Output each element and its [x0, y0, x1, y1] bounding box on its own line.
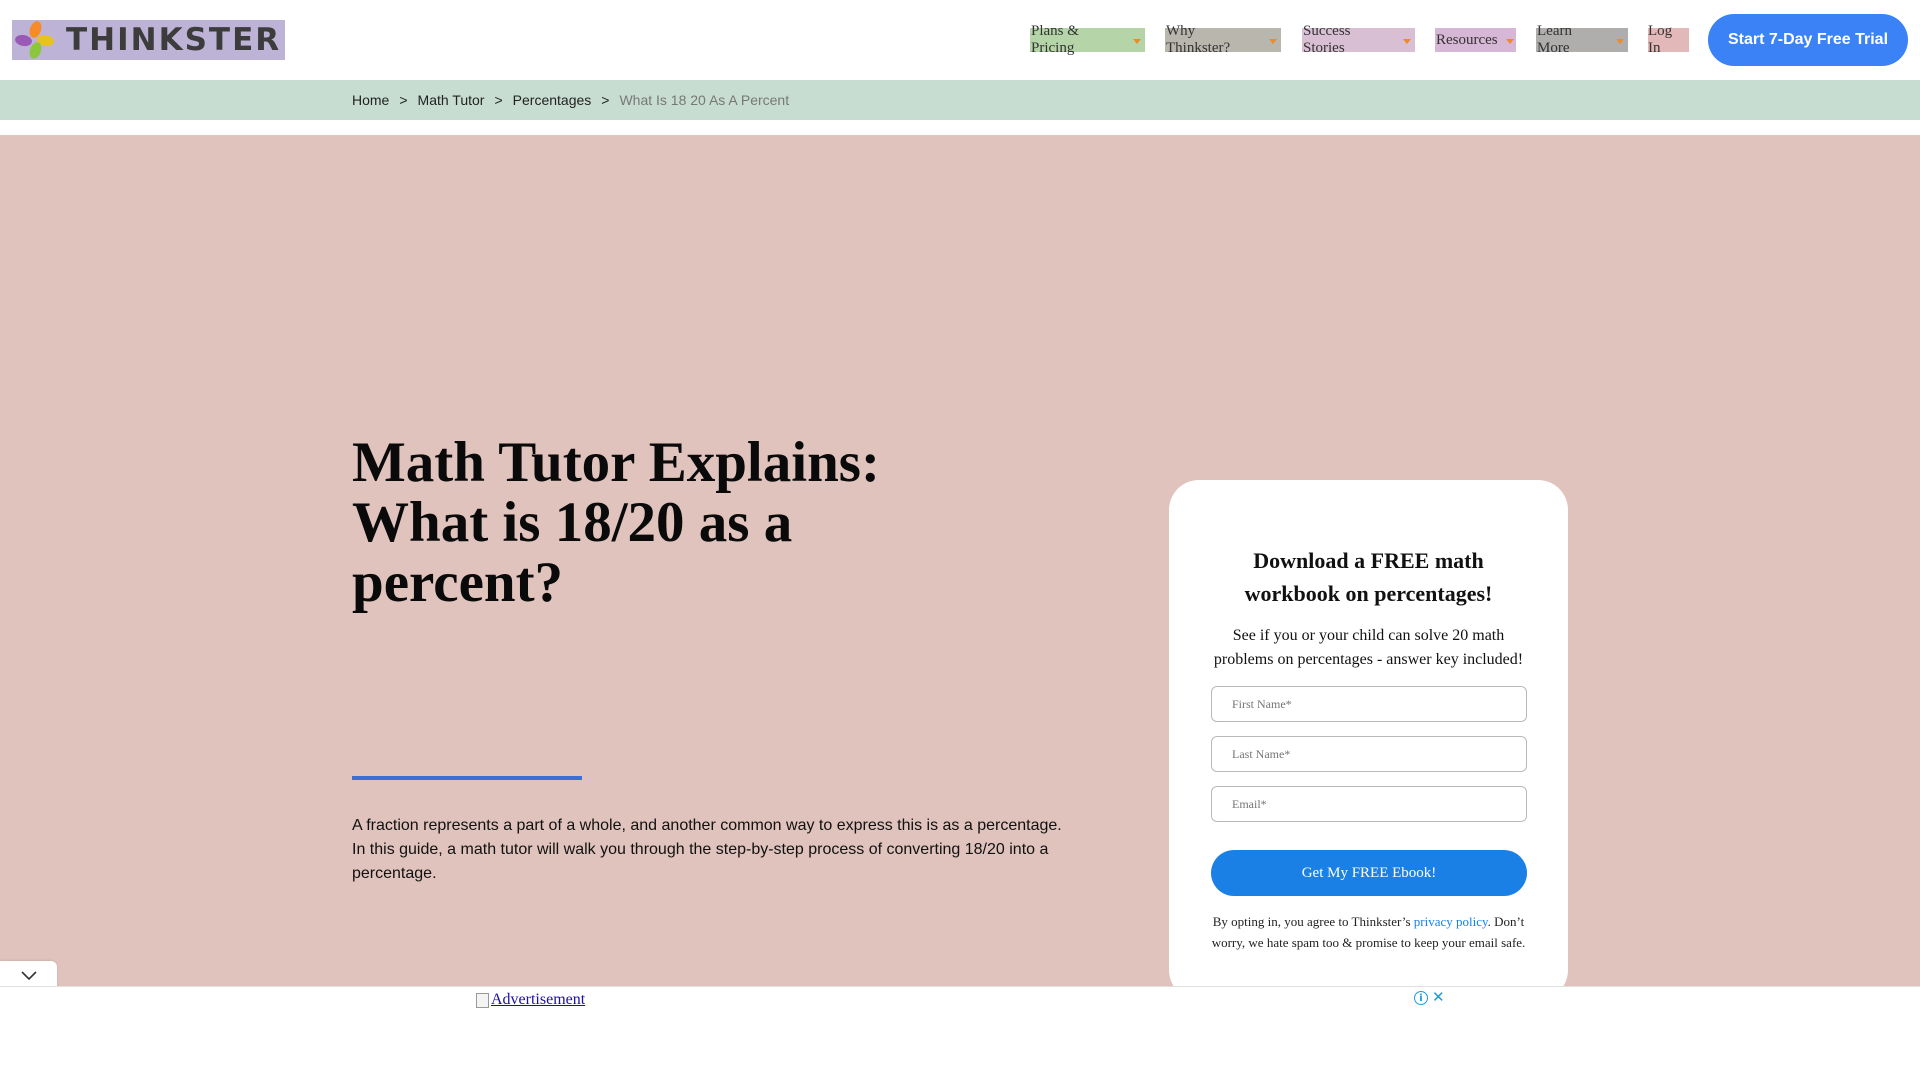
page-title: Math Tutor Explains: What is 18/20 as a … [352, 431, 880, 614]
email-field[interactable] [1211, 786, 1527, 822]
breadcrumb-current: What Is 18 20 As A Percent [619, 92, 790, 108]
form-title: Download a FREE math workbook on percent… [1244, 548, 1493, 606]
thinkster-logo[interactable]: THINKSTER [12, 19, 285, 61]
start-free-trial-button[interactable]: Start 7-Day Free Trial [1708, 14, 1908, 66]
breadcrumb-percentages[interactable]: Percentages [513, 92, 592, 108]
nav-label: Resources [1436, 31, 1498, 48]
info-icon[interactable]: i [1414, 991, 1428, 1005]
breadcrumb-math-tutor[interactable]: Math Tutor [418, 92, 485, 108]
caret-down-icon [1505, 38, 1514, 44]
nav-label: Plans & Pricing [1031, 23, 1079, 56]
privacy-notice-text: By opting in, you agree to Thinkster’s [1212, 914, 1414, 929]
title-underline [352, 776, 582, 780]
nav-success-stories[interactable]: Success Stories [1302, 23, 1415, 56]
ad-banner: Advertisement i ✕ [0, 986, 1920, 1080]
nav-label: Why Thinkster? [1166, 23, 1231, 56]
last-name-field[interactable] [1211, 736, 1527, 772]
nav-label: Success Stories [1303, 23, 1351, 56]
caret-down-icon [1133, 38, 1141, 44]
advertisement-link[interactable]: Advertisement [476, 991, 585, 1009]
login-link[interactable]: Log In [1648, 23, 1689, 56]
breadcrumb: Home > Math Tutor > Percentages > What I… [352, 92, 789, 108]
broken-image-icon [476, 992, 489, 1008]
first-name-field[interactable] [1211, 686, 1527, 722]
breadcrumb-home[interactable]: Home [352, 92, 389, 108]
nav-resources[interactable]: Resources [1435, 28, 1516, 52]
privacy-policy-link[interactable]: privacy policy [1414, 914, 1488, 929]
advertisement-label: Advertisement [491, 991, 586, 1008]
caret-down-icon [1616, 38, 1624, 44]
intro-paragraph: A fraction represents a part of a whole,… [352, 817, 1062, 882]
breadcrumb-separator: > [601, 92, 610, 108]
ebook-signup-card: Download a FREE math workbook on percent… [1169, 480, 1568, 1000]
nav-why-thinkster[interactable]: Why Thinkster? [1165, 23, 1281, 56]
chevron-down-icon [20, 970, 37, 980]
caret-down-icon [1403, 38, 1411, 44]
nav-learn-more[interactable]: Learn More [1536, 23, 1628, 56]
close-icon[interactable]: ✕ [1432, 988, 1445, 1006]
nav-plans-pricing[interactable]: Plans & Pricing [1030, 23, 1145, 56]
nav-label: Learn More [1537, 23, 1572, 56]
breadcrumb-bar: Home > Math Tutor > Percentages > What I… [0, 80, 1920, 120]
privacy-notice: By opting in, you agree to Thinkster’s p… [1211, 911, 1526, 953]
site-header: THINKSTER Plans & Pricing Why Thinkster?… [0, 0, 1920, 80]
logo-flower-icon [14, 19, 58, 61]
logo-wordmark: THINKSTER [66, 22, 282, 58]
get-ebook-button[interactable]: Get My FREE Ebook! [1211, 850, 1527, 896]
caret-down-icon [1269, 38, 1277, 44]
form-subtitle: See if you or your child can solve 20 ma… [1213, 627, 1524, 668]
breadcrumb-separator: > [399, 92, 408, 108]
breadcrumb-separator: > [494, 92, 503, 108]
